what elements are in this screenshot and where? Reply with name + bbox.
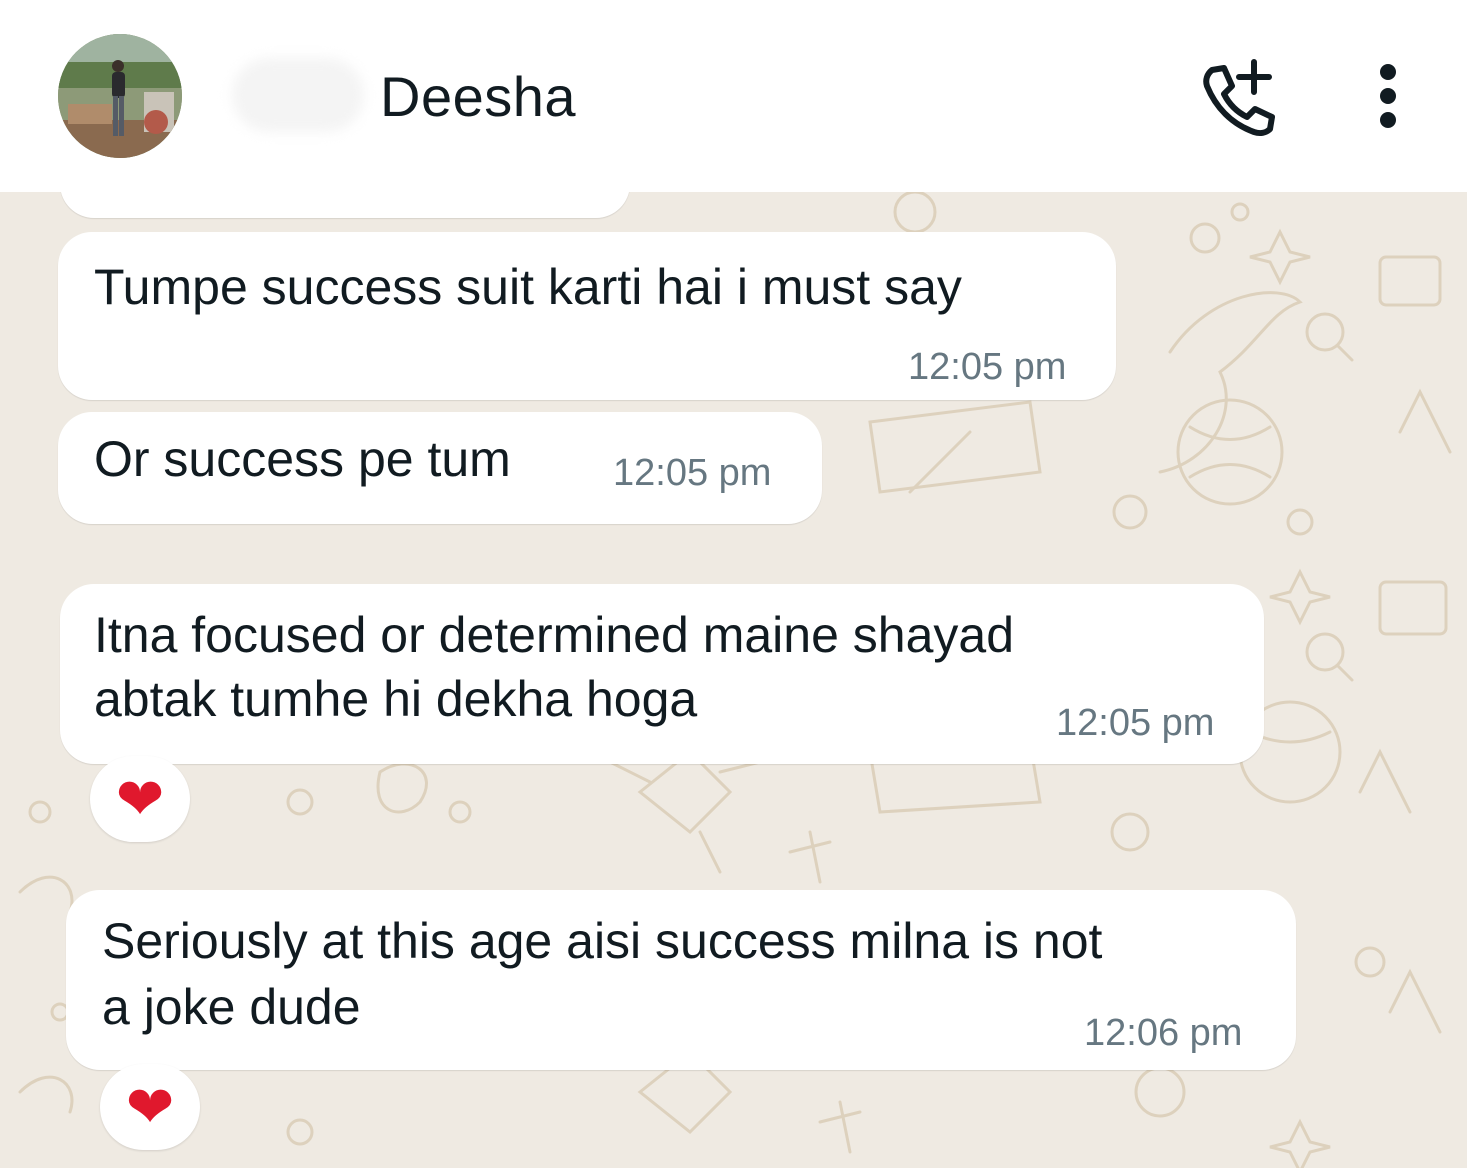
message-bubble[interactable]: Seriously at this age aisi success milna… [66, 890, 1296, 1070]
message-bubble[interactable]: Tumpe success suit karti hai i must say … [58, 232, 1116, 400]
more-vertical-icon[interactable] [1366, 62, 1410, 134]
message-text: Or success pe tum [94, 431, 511, 487]
contact-name[interactable]: Deesha [380, 64, 576, 129]
chat-header: Deesha [0, 0, 1467, 192]
reaction-badge[interactable]: ❤ [90, 756, 190, 842]
message-bubble[interactable]: Or success pe tum 12:05 pm [58, 412, 822, 524]
message-time: 12:05 pm [613, 452, 772, 494]
message-bubble-partial[interactable] [60, 192, 630, 218]
message-text: abtak tumhe hi dekha hoga [94, 671, 698, 727]
message-time: 12:05 pm [1056, 702, 1215, 744]
contact-avatar[interactable] [58, 34, 182, 158]
message-time: 12:05 pm [908, 346, 1067, 388]
heart-reaction-icon: ❤ [115, 765, 165, 833]
heart-reaction-icon: ❤ [125, 1073, 175, 1141]
message-text: Tumpe success suit karti hai i must say [94, 259, 962, 315]
reaction-badge[interactable]: ❤ [100, 1064, 200, 1150]
contact-subtitle-blurred [232, 58, 364, 132]
message-text: Itna focused or determined maine shayad [94, 607, 1014, 663]
add-call-icon[interactable] [1196, 58, 1280, 138]
message-bubble[interactable]: Itna focused or determined maine shayad … [60, 584, 1264, 764]
message-text: Seriously at this age aisi success milna… [102, 913, 1103, 969]
message-text: a joke dude [102, 979, 361, 1035]
chat-area[interactable]: Tumpe success suit karti hai i must say … [0, 192, 1467, 1168]
message-time: 12:06 pm [1084, 1012, 1243, 1054]
